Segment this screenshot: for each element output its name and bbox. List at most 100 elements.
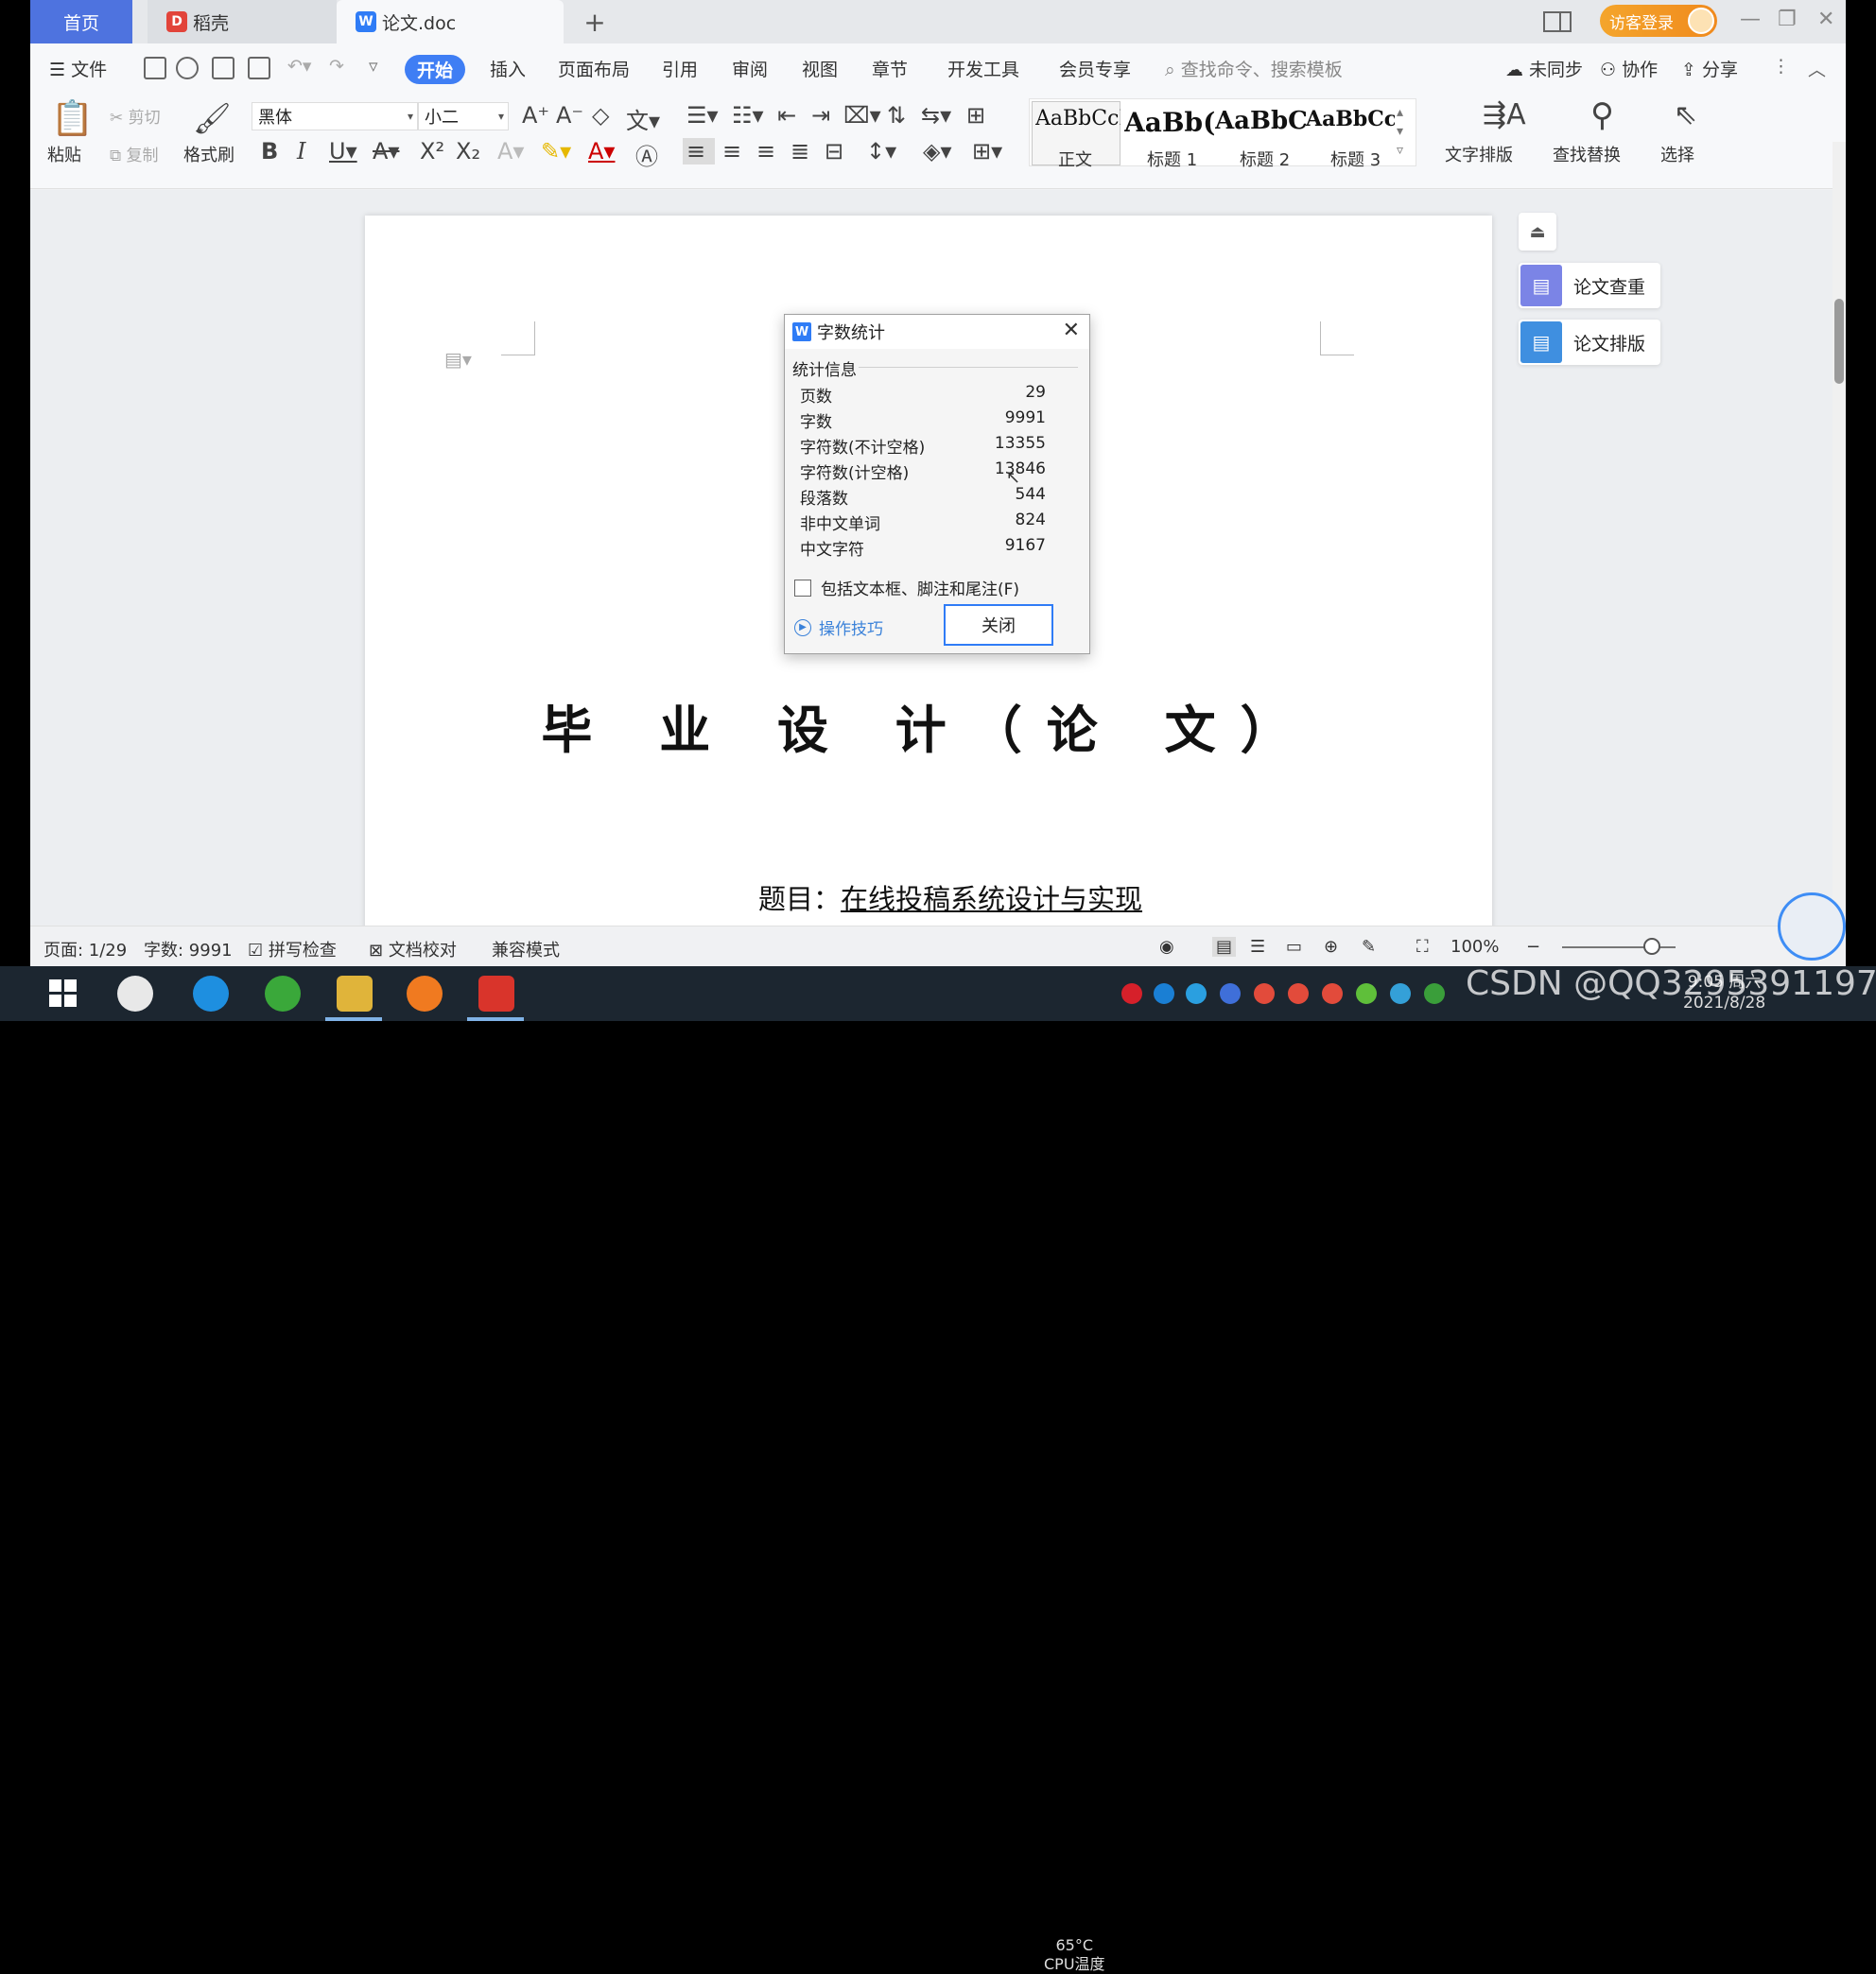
- superscript-icon[interactable]: X²: [420, 138, 444, 164]
- app-icon[interactable]: [117, 976, 153, 1012]
- select-button[interactable]: 选择: [1660, 142, 1694, 166]
- browser-icon[interactable]: [265, 976, 301, 1012]
- bullet-list-icon[interactable]: ☰▾: [686, 102, 719, 129]
- close-icon[interactable]: ✕: [1063, 319, 1080, 342]
- clear-format-icon[interactable]: ◇: [592, 102, 609, 129]
- outline-view-icon[interactable]: ☰: [1250, 937, 1265, 957]
- align-right-icon[interactable]: ≡: [756, 138, 775, 164]
- tab-document[interactable]: W 论文.doc: [337, 0, 564, 43]
- menu-tab-developer[interactable]: 开发工具: [947, 56, 1019, 81]
- tips-link[interactable]: ▶ 操作技巧: [794, 615, 883, 639]
- phonetic-icon[interactable]: 文▾: [626, 102, 660, 135]
- menu-tab-member[interactable]: 会员专享: [1059, 56, 1131, 81]
- menu-tab-references[interactable]: 引用: [662, 56, 698, 81]
- menu-tab-chapter[interactable]: 章节: [872, 56, 908, 81]
- grow-font-icon[interactable]: A⁺: [522, 102, 549, 129]
- find-replace-button[interactable]: 查找替换: [1553, 142, 1621, 166]
- menu-tab-start[interactable]: 开始: [405, 55, 465, 84]
- style-normal[interactable]: AaBbCcI: [1035, 107, 1120, 130]
- cut-button[interactable]: ✂ 剪切: [110, 104, 161, 128]
- styles-scroll-icon[interactable]: ▴ ▾ ▿: [1397, 103, 1403, 160]
- wps-office-icon[interactable]: [478, 976, 514, 1012]
- align-left-icon[interactable]: ≡: [683, 138, 715, 164]
- windows-start-icon[interactable]: [49, 979, 78, 1008]
- include-textbox-checkbox[interactable]: 包括文本框、脚注和尾注(F): [794, 576, 1019, 599]
- menu-tab-insert[interactable]: 插入: [490, 56, 526, 81]
- word-count-indicator[interactable]: 字数: 9991: [144, 937, 233, 961]
- format-brush-quick-icon[interactable]: [176, 57, 199, 79]
- style-heading-1[interactable]: AaBb(: [1124, 107, 1215, 138]
- shrink-font-icon[interactable]: A⁻: [556, 102, 583, 129]
- tray-icon[interactable]: [1424, 983, 1445, 1004]
- sort-icon[interactable]: ⇅: [887, 102, 906, 129]
- share-button[interactable]: ⇪ 分享: [1681, 56, 1738, 81]
- guest-login-button[interactable]: 访客登录: [1600, 5, 1717, 37]
- format-painter-button[interactable]: 格式刷: [183, 142, 234, 166]
- menu-tab-review[interactable]: 审阅: [732, 56, 768, 81]
- tab-daoke[interactable]: D 稻壳: [148, 0, 337, 43]
- highlight-icon[interactable]: ✎▾: [541, 138, 571, 164]
- print-preview-icon[interactable]: [248, 57, 270, 79]
- copy-button[interactable]: ⧉ 复制: [110, 142, 159, 165]
- strikethrough-icon[interactable]: A▾: [373, 138, 399, 164]
- spell-check-button[interactable]: ☑ 拼写检查: [248, 937, 337, 961]
- font-name-select[interactable]: 黑体 ▾: [252, 102, 418, 130]
- fit-page-icon[interactable]: ⛶: [1416, 937, 1429, 957]
- media-player-icon[interactable]: [407, 976, 443, 1012]
- undo-icon[interactable]: ↶▾: [287, 56, 311, 77]
- menu-tab-page-layout[interactable]: 页面布局: [558, 56, 630, 81]
- zoom-slider-handle[interactable]: [1643, 938, 1660, 955]
- assistant-avatar-icon[interactable]: [1778, 892, 1846, 961]
- checkbox-box[interactable]: [794, 579, 811, 597]
- subscript-icon[interactable]: X₂: [456, 138, 480, 164]
- zoom-out-icon[interactable]: −: [1526, 937, 1540, 957]
- shield-icon[interactable]: [1220, 983, 1241, 1004]
- align-center-icon[interactable]: ≡: [722, 138, 741, 164]
- page-view-icon[interactable]: ▤: [1212, 937, 1237, 957]
- collaborate-button[interactable]: ⚇ 协作: [1600, 56, 1658, 81]
- file-explorer-icon[interactable]: [337, 976, 373, 1012]
- distribute-icon[interactable]: ⊟: [825, 138, 843, 164]
- ie-browser-icon[interactable]: [193, 976, 229, 1012]
- tab-home[interactable]: 首页: [30, 0, 132, 43]
- italic-icon[interactable]: I: [297, 138, 305, 164]
- minimize-icon[interactable]: —: [1740, 8, 1761, 31]
- underline-icon[interactable]: U▾: [329, 138, 357, 164]
- new-tab-button[interactable]: +: [581, 0, 609, 43]
- menu-tab-view[interactable]: 视图: [802, 56, 838, 81]
- thesis-check-button[interactable]: ▤ 论文查重: [1519, 263, 1660, 308]
- tray-icon[interactable]: [1254, 983, 1275, 1004]
- style-heading-2[interactable]: AaBbC: [1215, 107, 1306, 135]
- font-size-select[interactable]: 小二 ▾: [418, 102, 509, 130]
- print-icon[interactable]: [212, 57, 234, 79]
- tray-icon[interactable]: [1288, 983, 1309, 1004]
- tray-icon[interactable]: [1121, 983, 1142, 1004]
- eye-protection-icon[interactable]: ◉: [1159, 937, 1174, 957]
- borders-icon[interactable]: ⊞▾: [972, 138, 1002, 164]
- show-marks-icon[interactable]: ⇆▾: [921, 102, 951, 129]
- format-painter-icon[interactable]: 🖌: [193, 100, 232, 136]
- text-layout-icon[interactable]: ⇶A: [1483, 98, 1526, 131]
- quick-access-dropdown-icon[interactable]: ▿: [369, 56, 378, 77]
- layout-switch-icon[interactable]: [1543, 0, 1572, 43]
- redo-icon[interactable]: ↷: [329, 56, 344, 77]
- reading-view-icon[interactable]: ▭: [1286, 937, 1302, 957]
- tray-icon[interactable]: [1356, 983, 1377, 1004]
- text-effect-icon[interactable]: A▾: [497, 138, 524, 164]
- magnifier-icon[interactable]: ⚲: [1590, 96, 1614, 134]
- tray-icon[interactable]: [1390, 983, 1411, 1004]
- collapse-ribbon-icon[interactable]: ︿: [1808, 56, 1826, 81]
- line-spacing-icon[interactable]: ↕▾: [866, 138, 896, 164]
- dialog-titlebar[interactable]: W 字数统计 ✕: [785, 315, 1089, 349]
- sync-button[interactable]: ☁ 未同步: [1505, 56, 1583, 81]
- chinese-layout-icon[interactable]: ⌧▾: [843, 102, 881, 129]
- scrollbar-thumb[interactable]: [1834, 299, 1844, 384]
- web-view-icon[interactable]: ⊕: [1324, 937, 1338, 957]
- tray-icon[interactable]: [1154, 983, 1174, 1004]
- shading-icon[interactable]: ◈▾: [923, 138, 952, 164]
- doc-nav-icon[interactable]: ▤▾: [444, 348, 472, 371]
- close-button[interactable]: 关闭: [944, 604, 1053, 646]
- char-border-icon[interactable]: Ⓐ: [635, 138, 658, 171]
- file-menu[interactable]: ☰ 文件: [49, 56, 107, 81]
- bold-icon[interactable]: B: [261, 138, 278, 164]
